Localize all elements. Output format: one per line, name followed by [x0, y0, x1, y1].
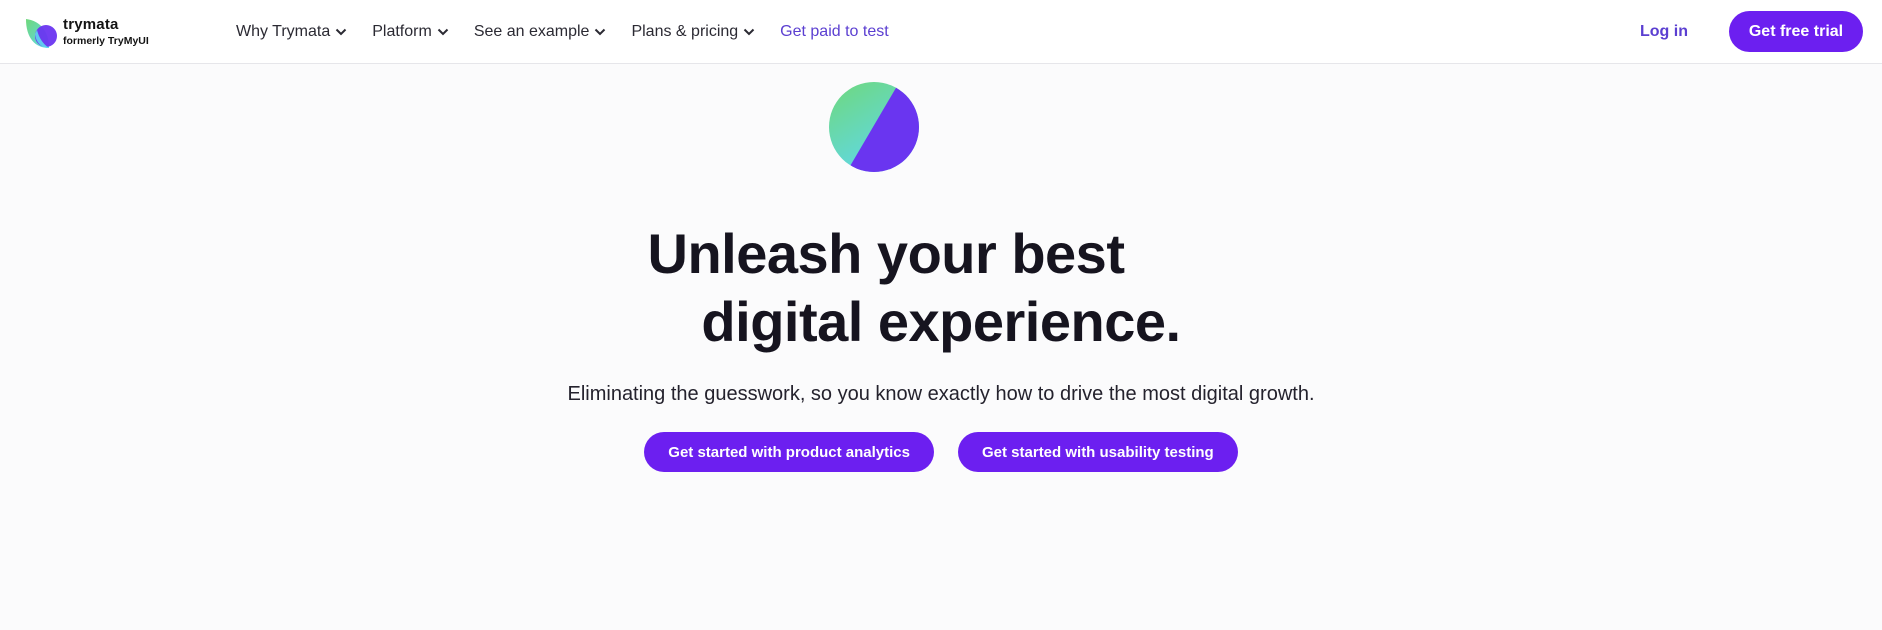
chevron-down-icon: [595, 28, 606, 36]
nav-platform[interactable]: Platform: [372, 23, 450, 41]
top-navigation-bar: trymata formerly TryMyUI Why Trymata Pla…: [0, 0, 1882, 64]
free-trial-button[interactable]: Get free trial: [1729, 11, 1863, 52]
headline-line-1: Unleash your best: [647, 222, 1125, 285]
login-link[interactable]: Log in: [1640, 0, 1688, 64]
nav-see-an-example[interactable]: See an example: [474, 23, 608, 41]
nav-label: Platform: [372, 23, 432, 40]
headline-line-2: digital experience.: [701, 290, 1181, 353]
main-nav: Why Trymata Platform See an example Plan…: [236, 0, 913, 64]
nav-label: Get paid to test: [780, 23, 889, 40]
hero-headline: Unleash your best digital experience.: [0, 220, 1882, 356]
nav-get-paid-to-test[interactable]: Get paid to test: [780, 23, 889, 41]
hero-subheading: Eliminating the guesswork, so you know e…: [567, 383, 1315, 405]
product-analytics-button[interactable]: Get started with product analytics: [644, 432, 934, 472]
nav-plans-pricing[interactable]: Plans & pricing: [631, 23, 756, 41]
usability-testing-button[interactable]: Get started with usability testing: [958, 432, 1238, 472]
trymata-logo-icon: [26, 19, 57, 48]
brand-logo[interactable]: trymata formerly TryMyUI: [23, 16, 173, 52]
nav-why-trymata[interactable]: Why Trymata: [236, 23, 348, 41]
nav-label: Plans & pricing: [631, 23, 739, 40]
brand-subtitle: formerly TryMyUI: [63, 35, 149, 47]
chevron-down-icon: [437, 28, 449, 36]
chevron-down-icon: [336, 28, 347, 36]
trymata-orb-icon: [829, 82, 919, 172]
brand-name: trymata: [63, 16, 119, 33]
hero-cta-group: Get started with product analytics Get s…: [0, 432, 1882, 472]
nav-label: Why Trymata: [236, 23, 331, 40]
nav-label: See an example: [473, 23, 590, 40]
chevron-down-icon: [743, 28, 755, 36]
